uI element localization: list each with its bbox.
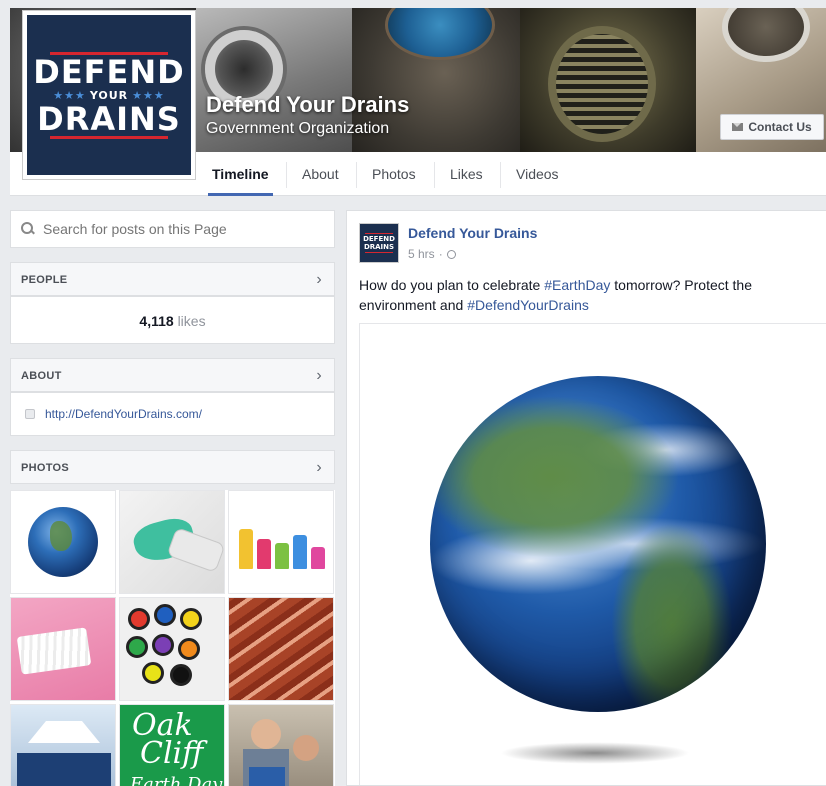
photo-thumb-paint-cans[interactable] — [119, 597, 225, 701]
hashtag-earthday[interactable]: #EarthDay — [544, 277, 610, 293]
post-author-name[interactable]: Defend Your Drains — [408, 225, 537, 241]
post-message: How do you plan to celebrate #EarthDay t… — [359, 275, 799, 315]
chevron-right-icon: › — [316, 271, 322, 288]
about-title: ABOUT — [21, 370, 62, 382]
tab-divider — [500, 162, 501, 188]
logo-bar-bottom — [50, 135, 168, 139]
paint-can-shape — [142, 662, 164, 684]
people-title: PEOPLE — [21, 274, 68, 286]
tab-divider — [356, 162, 357, 188]
likes-label[interactable]: likes — [178, 313, 206, 329]
bottle-shape — [293, 535, 307, 569]
about-section-header[interactable]: ABOUT › — [10, 358, 335, 392]
contact-us-button[interactable]: Contact Us — [720, 114, 824, 140]
hashtag-defendyourdrains[interactable]: #DefendYourDrains — [467, 297, 589, 313]
likes-count: 4,118 — [139, 313, 174, 329]
photo-thumb-booth[interactable] — [10, 704, 116, 786]
tent-shape — [28, 721, 100, 743]
chevron-right-icon: › — [316, 459, 322, 476]
person-head-shape — [251, 719, 281, 749]
paint-can-shape — [178, 638, 200, 660]
website-link[interactable]: http://DefendYourDrains.com/ — [45, 407, 202, 421]
post-timestamp[interactable]: 5 hrs — [408, 247, 435, 261]
bottle-shape — [257, 539, 271, 569]
avatar-bar — [365, 252, 393, 253]
meta-separator: · — [438, 247, 443, 261]
booth-table-shape — [17, 753, 111, 786]
chevron-right-icon: › — [316, 367, 322, 384]
people-likes-summary: 4,118 likes — [10, 296, 335, 344]
defend-your-drains-logo: DEFEND ★★★ YOUR ★★★ DRAINS — [27, 15, 191, 175]
photos-section-header[interactable]: PHOTOS › — [10, 450, 335, 484]
post-text-part-1: How do you plan to celebrate — [359, 277, 545, 293]
bottle-shape — [311, 547, 325, 569]
photo-thumb-oak-cliff-earth-day[interactable]: Oak Cliff Earth Day — [119, 704, 225, 786]
drain-image-3 — [548, 26, 656, 142]
photo-thumb-earth[interactable] — [10, 490, 116, 594]
post-author-avatar[interactable]: DEFEND DRAINS — [359, 223, 399, 263]
paint-can-shape — [152, 634, 174, 656]
tab-divider — [286, 162, 287, 188]
photo-grid: Oak Cliff Earth Day — [10, 490, 335, 786]
paint-can-shape — [126, 636, 148, 658]
paint-can-shape — [170, 664, 192, 686]
avatar-word-2: DRAINS — [363, 243, 395, 251]
tab-timeline[interactable]: Timeline — [208, 152, 273, 196]
photo-thumb-bacon[interactable] — [228, 597, 334, 701]
photo-thumb-sponge[interactable] — [119, 490, 225, 594]
oak-cliff-word-2: Cliff — [140, 736, 204, 771]
earth-image — [28, 507, 98, 577]
cotton-swabs-shape — [16, 627, 92, 675]
globe-shadow — [500, 742, 690, 764]
timeline-post: DEFEND DRAINS Defend Your Drains 5 hrs ·… — [346, 210, 826, 786]
oak-cliff-word-3: Earth Day — [130, 774, 223, 786]
post-photo[interactable] — [359, 323, 826, 785]
photo-thumb-cleaning-products[interactable] — [228, 490, 334, 594]
logo-word-defend: DEFEND — [33, 52, 185, 91]
photo-thumb-cotton-swabs[interactable] — [10, 597, 116, 701]
paint-can-shape — [154, 604, 176, 626]
post-meta: 5 hrs · — [408, 247, 456, 261]
avatar-bar — [365, 233, 393, 234]
page-name[interactable]: Defend Your Drains — [206, 92, 409, 118]
photo-thumb-people[interactable] — [228, 704, 334, 786]
envelope-icon — [732, 123, 744, 131]
bottle-shape — [275, 543, 289, 569]
logo-word-drains: DRAINS — [37, 99, 181, 138]
search-input[interactable] — [43, 221, 313, 237]
search-icon — [21, 222, 35, 236]
tab-videos[interactable]: Videos — [512, 152, 563, 196]
tab-about[interactable]: About — [298, 152, 343, 196]
person-head-shape — [293, 735, 319, 761]
bottle-shape — [239, 529, 253, 569]
earth-globe-image — [430, 376, 766, 712]
avatar-word-1: DEFEND — [363, 235, 395, 243]
people-section-header[interactable]: PEOPLE › — [10, 262, 335, 296]
paint-can-shape — [128, 608, 150, 630]
contact-us-label: Contact Us — [748, 120, 812, 134]
profile-picture[interactable]: DEFEND ★★★ YOUR ★★★ DRAINS — [22, 10, 196, 180]
globe-icon — [25, 409, 35, 419]
page-post-search[interactable] — [10, 210, 335, 248]
page-category: Government Organization — [206, 120, 390, 137]
about-website-row: http://DefendYourDrains.com/ — [10, 392, 335, 436]
tab-divider — [434, 162, 435, 188]
wipe-shape — [166, 527, 224, 573]
photos-title: PHOTOS — [21, 462, 70, 474]
sign-shape — [249, 767, 285, 786]
tab-photos[interactable]: Photos — [368, 152, 420, 196]
paint-can-shape — [180, 608, 202, 630]
public-globe-icon[interactable] — [446, 249, 456, 259]
tab-likes[interactable]: Likes — [446, 152, 487, 196]
